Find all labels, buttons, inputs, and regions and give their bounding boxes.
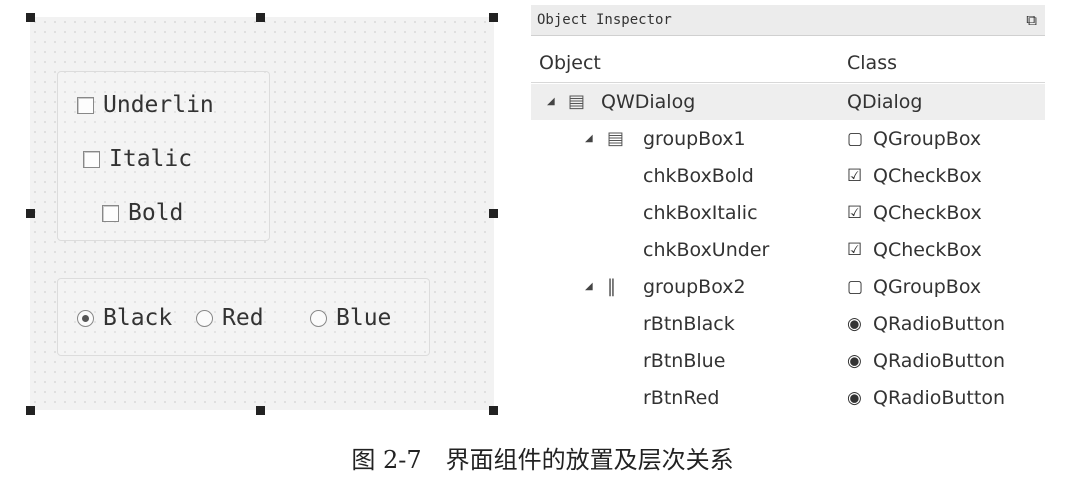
class-name: QCheckBox: [873, 202, 982, 224]
resize-handle-bottom-right[interactable]: [489, 406, 498, 415]
checkbox-box[interactable]: [83, 150, 100, 168]
resize-handle-bottom[interactable]: [256, 406, 265, 415]
class-name: QDialog: [847, 91, 923, 113]
checkbox-box[interactable]: [77, 96, 94, 114]
groupbox-class-icon: ▢: [847, 129, 864, 149]
checkbox-italic[interactable]: Italic: [83, 146, 192, 172]
expand-arrow-icon[interactable]: ◢: [585, 269, 593, 305]
radio-class-icon: ◉: [847, 351, 862, 371]
class-name: QRadioButton: [873, 350, 1005, 372]
class-name: QGroupBox: [873, 128, 982, 150]
checkbox-label: Bold: [128, 200, 184, 226]
checkbox-label: Italic: [109, 146, 193, 172]
object-name: chkBoxUnder: [643, 239, 770, 261]
tree-row-chkboxunder[interactable]: chkBoxUnder ☑ QCheckBox: [531, 232, 1045, 268]
object-name: groupBox1: [643, 128, 746, 150]
tree-row-groupbox1[interactable]: ◢ ▤ groupBox1 ▢ QGroupBox: [531, 121, 1045, 157]
object-name: rBtnRed: [643, 387, 720, 409]
object-inspector-panel: Object Inspector ⧉ Object Class ◢ ▤ QWDi…: [531, 0, 1085, 420]
inspector-title-bar: Object Inspector ⧉: [531, 5, 1045, 36]
undock-icon[interactable]: ⧉: [1026, 5, 1037, 35]
resize-handle-right[interactable]: [489, 209, 498, 218]
resize-handle-left[interactable]: [26, 209, 35, 218]
tree-row-rbtnred[interactable]: rBtnRed ◉ QRadioButton: [531, 380, 1045, 416]
object-name: QWDialog: [601, 91, 696, 113]
horizontal-layout-icon: ‖: [607, 276, 616, 297]
tree-row-chkboxitalic[interactable]: chkBoxItalic ☑ QCheckBox: [531, 195, 1045, 231]
radio-blue[interactable]: Blue: [310, 305, 391, 331]
radio-black[interactable]: Black: [77, 305, 172, 331]
checkbox-class-icon: ☑: [847, 166, 863, 186]
checkbox-box[interactable]: [102, 204, 119, 222]
resize-handle-top[interactable]: [256, 13, 265, 22]
checkbox-class-icon: ☑: [847, 240, 863, 260]
class-name: QCheckBox: [873, 239, 982, 261]
radio-label: Blue: [336, 305, 392, 331]
resize-handle-bottom-left[interactable]: [26, 406, 35, 415]
tree-row-rbtnblack[interactable]: rBtnBlack ◉ QRadioButton: [531, 306, 1045, 342]
expand-arrow-icon[interactable]: ◢: [547, 84, 555, 120]
radio-label: Black: [103, 305, 173, 331]
resize-handle-top-left[interactable]: [26, 13, 35, 22]
object-name: rBtnBlue: [643, 350, 726, 372]
checkbox-class-icon: ☑: [847, 203, 863, 223]
object-name: rBtnBlack: [643, 313, 735, 335]
radio-red[interactable]: Red: [196, 305, 264, 331]
tree-row-groupbox2[interactable]: ◢ ‖ groupBox2 ▢ QGroupBox: [531, 269, 1045, 305]
class-name: QRadioButton: [873, 387, 1005, 409]
radio-circle[interactable]: [196, 309, 213, 327]
checkbox-label: Underlin: [103, 92, 214, 118]
radio-circle[interactable]: [310, 309, 327, 327]
radio-class-icon: ◉: [847, 314, 862, 334]
class-name: QGroupBox: [873, 276, 982, 298]
groupbox-class-icon: ▢: [847, 277, 864, 297]
object-name: chkBoxItalic: [643, 202, 758, 224]
column-class[interactable]: Class: [847, 44, 897, 82]
checkbox-bold[interactable]: Bold: [102, 200, 183, 226]
resize-handle-top-right[interactable]: [489, 13, 498, 22]
radio-circle[interactable]: [77, 309, 94, 327]
tree-row-chkboxbold[interactable]: chkBoxBold ☑ QCheckBox: [531, 158, 1045, 194]
figure-caption: 图 2-7 界面组件的放置及层次关系: [351, 446, 734, 474]
column-object[interactable]: Object: [539, 44, 601, 82]
tree-row-qwdialog[interactable]: ◢ ▤ QWDialog QDialog: [531, 84, 1045, 120]
radio-class-icon: ◉: [847, 388, 862, 408]
class-name: QRadioButton: [873, 313, 1005, 335]
object-name: chkBoxBold: [643, 165, 754, 187]
checkbox-underline[interactable]: Underlin: [77, 92, 214, 118]
dialog-widget-icon: ▤: [568, 91, 586, 112]
object-name: groupBox2: [643, 276, 746, 298]
inspector-column-header: Object Class: [531, 44, 1045, 83]
radio-label: Red: [222, 305, 264, 331]
layout-icon: ▤: [607, 128, 625, 149]
class-name: QCheckBox: [873, 165, 982, 187]
tree-row-rbtnblue[interactable]: rBtnBlue ◉ QRadioButton: [531, 343, 1045, 379]
inspector-title: Object Inspector: [537, 12, 672, 28]
expand-arrow-icon[interactable]: ◢: [585, 121, 593, 157]
